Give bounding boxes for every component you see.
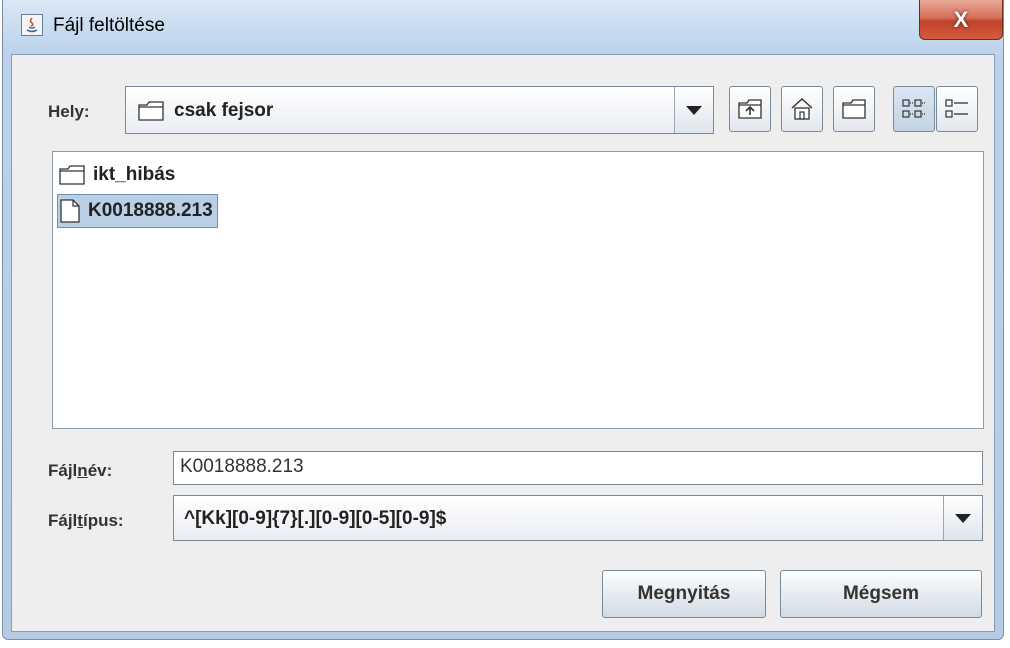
file-chooser-window: Fájl feltöltése X Hely: csak fejsor ikt_… <box>2 0 1004 640</box>
filename-label-part: év: <box>87 461 113 480</box>
file-name: K0018888.213 <box>88 200 213 221</box>
file-icon <box>60 199 80 223</box>
java-icon <box>21 14 43 36</box>
filename-input[interactable]: K0018888.213 <box>173 451 983 485</box>
filetype-dropdown-button[interactable] <box>943 496 982 540</box>
chevron-down-icon <box>686 105 702 115</box>
list-item-folder[interactable]: ikt_hibás <box>57 158 179 192</box>
close-icon: X <box>953 6 969 32</box>
dialog-content: Hely: csak fejsor ikt_hibás K0018888.213… <box>11 54 995 632</box>
window-title: Fájl feltöltése <box>53 15 165 36</box>
location-label: Hely: <box>48 102 90 121</box>
filename-label: Fájlnév: <box>48 461 112 481</box>
list-view-icon <box>902 99 925 118</box>
location-dropdown-button[interactable] <box>674 87 713 133</box>
file-list[interactable]: ikt_hibás K0018888.213 <box>52 151 984 429</box>
title-bar[interactable]: Fájl feltöltése X <box>3 0 1003 54</box>
open-button[interactable]: Megnyitás <box>602 570 766 618</box>
new-folder-button[interactable] <box>833 86 875 132</box>
details-view-icon <box>945 99 968 118</box>
filetype-label: Fájltípus: <box>48 511 124 531</box>
folder-icon <box>138 101 164 121</box>
new-folder-icon <box>842 99 866 119</box>
list-item-file[interactable]: K0018888.213 <box>57 194 218 228</box>
up-folder-icon <box>738 99 762 119</box>
filetype-label-part: Fájl <box>48 511 78 530</box>
filename-label-mnemonic: n <box>77 461 88 480</box>
folder-icon <box>59 165 85 185</box>
up-folder-button[interactable] <box>729 86 771 132</box>
location-combo[interactable]: csak fejsor <box>125 86 714 134</box>
location-value: csak fejsor <box>174 100 274 121</box>
filetype-label-part: ípus: <box>82 511 124 530</box>
cancel-button[interactable]: Mégsem <box>780 570 982 618</box>
home-icon <box>791 98 813 120</box>
list-view-button[interactable] <box>893 86 935 132</box>
chevron-down-icon <box>955 513 971 523</box>
details-view-button[interactable] <box>936 86 978 132</box>
filename-label-part: Fájl <box>48 461 78 480</box>
file-name: ikt_hibás <box>93 164 176 185</box>
home-button[interactable] <box>781 86 823 132</box>
close-button[interactable]: X <box>919 0 1003 40</box>
filetype-combo[interactable]: ^[Kk][0-9]{7}[.][0-9][0-5][0-9]$ <box>173 495 983 541</box>
filetype-value: ^[Kk][0-9]{7}[.][0-9][0-5][0-9]$ <box>184 508 447 529</box>
